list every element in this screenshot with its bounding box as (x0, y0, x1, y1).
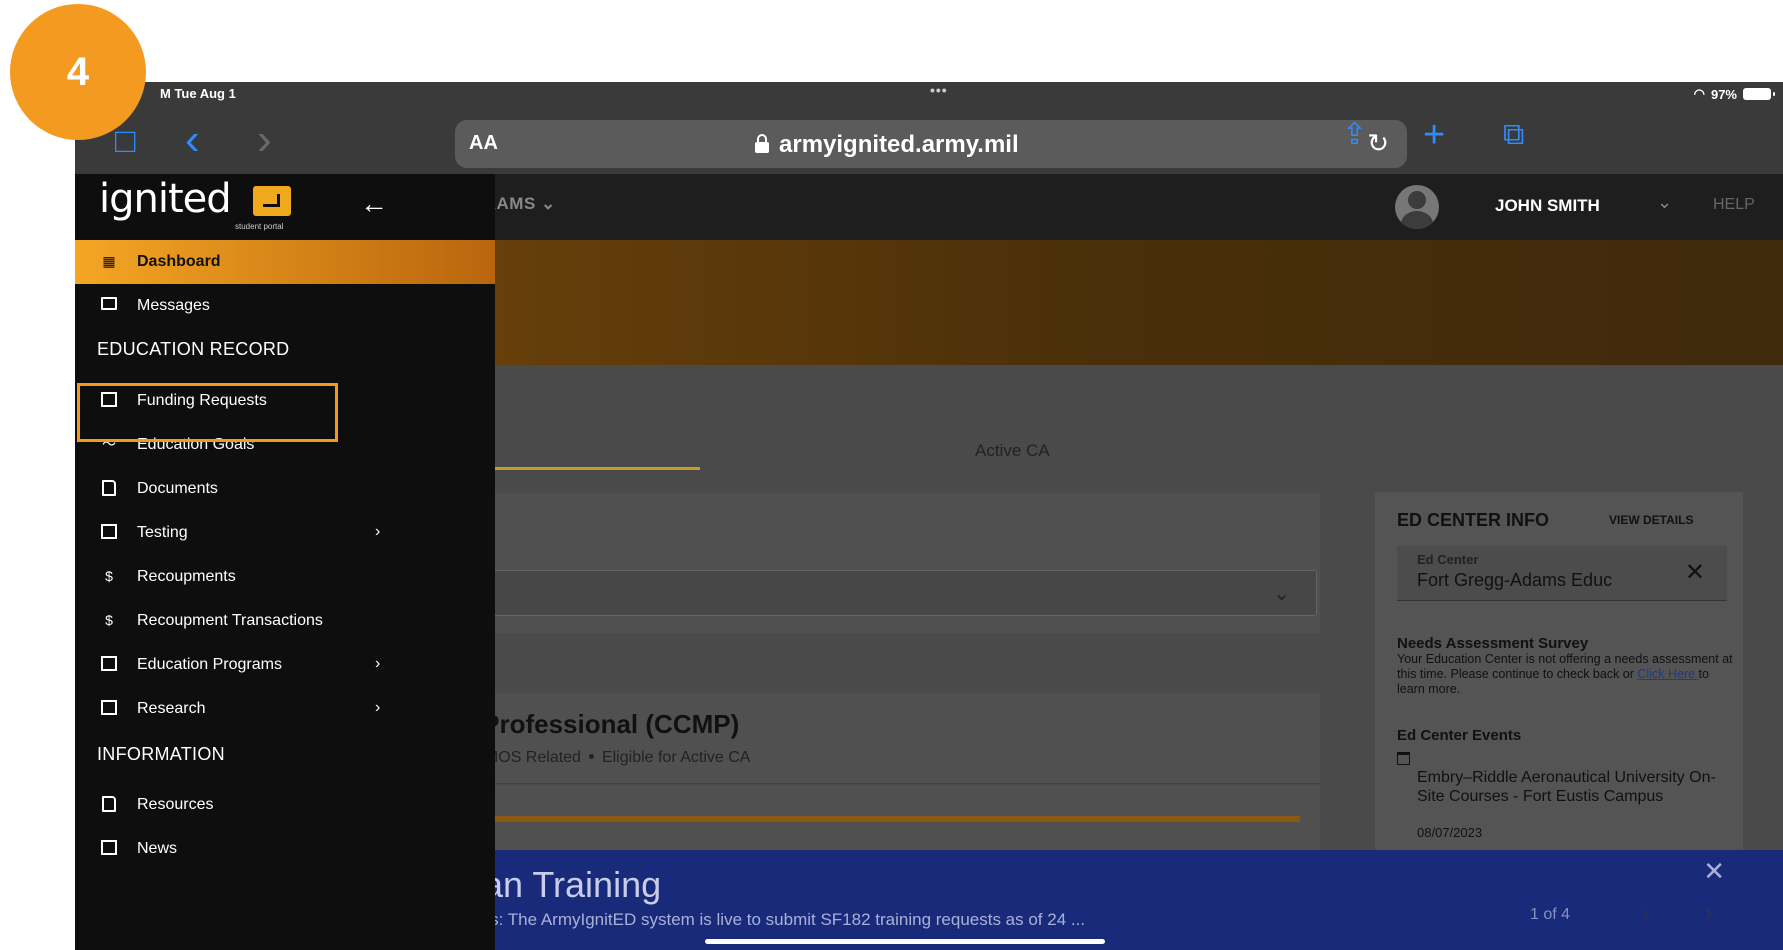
home-indicator[interactable] (705, 939, 1105, 944)
message-icon (101, 297, 117, 313)
ed-center-field-label: Ed Center (1417, 552, 1479, 567)
ed-center-title: ED CENTER INFO (1397, 510, 1550, 530)
sidebar-item-label: Resources (137, 796, 214, 813)
dollar-icon: $ (105, 612, 113, 628)
step-number-badge: 4 (10, 4, 146, 140)
sidebar-item-label: Research (137, 700, 206, 717)
news-icon (101, 840, 117, 856)
needs-assessment-title: Needs Assessment Survey (1397, 635, 1589, 652)
close-icon[interactable]: ✕ (1703, 856, 1725, 887)
event-date: 08/07/2023 (1417, 825, 1483, 840)
lock-icon (755, 134, 769, 153)
document-icon (101, 796, 117, 812)
sidebar-item-dashboard[interactable]: ▦ Dashboard (75, 240, 495, 284)
ipad-screen: M Tue Aug 1 ••• ◠ 97% □ ‹ › AA armyignit… (75, 82, 1783, 950)
battery-icon (1743, 88, 1775, 100)
sidebar-header: ignited student portal ← (75, 174, 495, 240)
news-prev-button[interactable]: ‹ (1643, 900, 1650, 926)
document-icon (101, 480, 117, 496)
sidebar-item-label: Documents (137, 480, 218, 497)
ed-center-events-title: Ed Center Events (1397, 727, 1522, 744)
chevron-down-icon: ⌄ (1273, 583, 1290, 605)
battery-percent: 97% (1710, 86, 1737, 102)
grid-icon: ▦ (102, 253, 116, 269)
address-bar[interactable]: AA armyignited.army.mil ↻ (455, 120, 1407, 168)
tab-active-ca[interactable]: Active CA (975, 441, 1050, 461)
testing-icon (101, 524, 117, 540)
section-heading-information: INFORMATION (97, 744, 225, 764)
status-bar: M Tue Aug 1 ••• ◠ 97% (75, 82, 1783, 104)
dollar-icon: $ (105, 568, 113, 584)
sidebar-item-label: Dashboard (137, 253, 221, 270)
goal-select[interactable]: ⌄ (420, 570, 1317, 616)
sidebar-item-label: Testing (137, 524, 188, 541)
sidebar-item-label: Education Programs (137, 656, 282, 673)
chevron-right-icon: › (375, 655, 381, 672)
wifi-icon: ◠ (1693, 86, 1705, 101)
avatar[interactable] (1395, 185, 1439, 229)
sidebar-toggle-icon[interactable]: □ (115, 124, 136, 158)
calendar-icon (1397, 752, 1410, 765)
sidebar-item-recoupment-transactions[interactable]: $ Recoupment Transactions (75, 599, 495, 643)
clear-icon[interactable]: ✕ (1685, 558, 1705, 587)
status-time: M Tue Aug 1 (160, 86, 236, 101)
sidebar-item-education-programs[interactable]: Education Programs › (75, 643, 495, 687)
battery-indicator: ◠ 97% (1693, 86, 1775, 102)
back-button[interactable]: ‹ (185, 118, 200, 162)
ed-center-field-value: Fort Gregg-Adams Educ (1417, 570, 1613, 590)
separator-dot (588, 754, 594, 759)
sidebar-item-label: Messages (137, 297, 210, 314)
logo-badge-icon (253, 186, 291, 216)
url-value: armyignited.army.mil (779, 131, 1019, 158)
news-next-button[interactable]: › (1705, 900, 1712, 926)
new-tab-button[interactable]: + (1423, 116, 1445, 154)
sidebar-item-messages[interactable]: Messages (75, 284, 495, 328)
sidebar-item-documents[interactable]: Documents (75, 467, 495, 511)
view-details-link[interactable]: VIEW DETAILS (1609, 513, 1693, 527)
chevron-right-icon: › (375, 523, 381, 540)
forward-button[interactable]: › (257, 118, 272, 162)
needs-assessment-text: Your Education Center is not offering a … (1397, 652, 1737, 697)
sidebar-item-label: Recoupments (137, 568, 236, 585)
tabs-overview-icon[interactable]: ⧉ (1503, 120, 1524, 150)
ed-center-field[interactable]: Ed Center Fort Gregg-Adams Educ ✕ (1397, 546, 1727, 601)
sidebar-item-news[interactable]: News (75, 827, 495, 871)
logo[interactable]: ignited (99, 176, 232, 222)
tutorial-highlight-box (77, 383, 338, 442)
section-heading-education-record: EDUCATION RECORD (97, 339, 290, 359)
multitask-dots[interactable]: ••• (930, 82, 948, 98)
sidebar-item-research[interactable]: Research › (75, 687, 495, 731)
sidebar-item-label: Recoupment Transactions (137, 612, 323, 629)
program-meta-eligibility: Eligible for Active CA (601, 749, 751, 766)
url-text: armyignited.army.mil (755, 131, 1019, 159)
share-icon[interactable]: ⇪ (1342, 120, 1367, 150)
sidebar-item-testing[interactable]: Testing › (75, 511, 495, 555)
help-link[interactable]: HELP (1713, 196, 1755, 214)
event-name[interactable]: Embry–Riddle Aeronautical University On-… (1417, 768, 1717, 806)
progress-bar (420, 816, 1300, 822)
sidebar-nav: ignited student portal ← ▦ Dashboard Mes… (75, 174, 495, 950)
logo-subtitle: student portal (235, 222, 284, 231)
collapse-sidebar-icon[interactable]: ← (360, 188, 388, 220)
ed-center-panel: ED CENTER INFO VIEW DETAILS Ed Center Fo… (1375, 492, 1743, 912)
chevron-down-icon[interactable]: ⌄ (1657, 192, 1672, 213)
news-text[interactable]: ers: The ArmyIgnitED system is live to s… (475, 910, 1085, 930)
reload-icon[interactable]: ↻ (1367, 128, 1389, 159)
news-title: ian Training (475, 864, 662, 905)
clipboard-icon (101, 656, 117, 672)
sidebar-item-recoupments[interactable]: $ Recoupments (75, 555, 495, 599)
chevron-right-icon: › (375, 699, 381, 716)
sidebar-item-label: News (137, 840, 178, 857)
sidebar-item-resources[interactable]: Resources (75, 783, 495, 827)
reader-options-button[interactable]: AA (469, 132, 498, 155)
click-here-link[interactable]: Click Here (1637, 667, 1698, 681)
news-pagination: 1 of 4 (1530, 906, 1571, 923)
browser-toolbar: □ ‹ › AA armyignited.army.mil ↻ ⇪ + ⧉ (75, 104, 1783, 174)
user-name[interactable]: JOHN SMITH (1495, 196, 1600, 216)
research-icon (101, 700, 117, 716)
